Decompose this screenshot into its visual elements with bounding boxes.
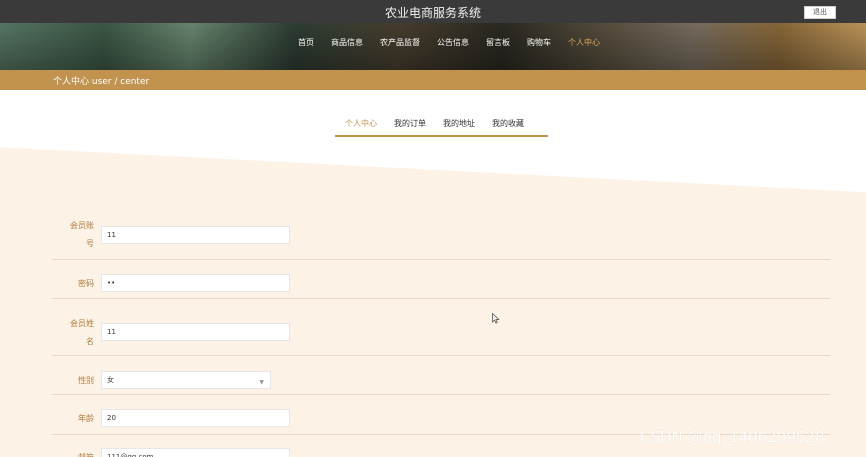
nav-item-products[interactable]: 商品信息 [331, 37, 363, 48]
name-label-line2: 名 [86, 337, 94, 346]
content-header-background [0, 90, 866, 193]
header-banner: 首页 商品信息 农产品监督 公告信息 留言板 购物车 个人中心 [0, 23, 866, 70]
name-label-line1: 会员姓 [70, 319, 94, 328]
breadcrumb: 个人中心 user / center [53, 77, 150, 87]
gender-select[interactable]: 女 ▼ [101, 371, 271, 389]
chevron-down-icon: ▼ [259, 379, 264, 386]
profile-tabs: 个人中心 我的订单 我的地址 我的收藏 [335, 118, 548, 137]
form-row-account: 会员账 号 11 [52, 216, 830, 260]
logout-button[interactable]: 退出 [804, 6, 836, 19]
age-input[interactable]: 20 [101, 409, 290, 427]
account-label-line1: 会员账 [70, 221, 94, 230]
email-label: 邮箱 [52, 449, 94, 457]
gender-label: 性别 [78, 376, 94, 385]
age-label: 年龄 [78, 414, 94, 423]
tab-addresses[interactable]: 我的地址 [443, 118, 475, 135]
account-input[interactable]: 11 [101, 226, 290, 244]
form-row-name: 会员姓 名 11 [52, 312, 830, 356]
watermark: CSDN @qq_1406299528 [640, 428, 825, 446]
mouse-cursor-icon [492, 313, 500, 324]
name-input[interactable]: 11 [101, 323, 290, 341]
account-label-line2: 号 [86, 239, 94, 248]
gender-value: 女 [107, 376, 114, 384]
tab-profile[interactable]: 个人中心 [345, 118, 377, 135]
form-row-password: 密码 •• [52, 266, 830, 299]
form-row-gender: 性别 女 ▼ [52, 364, 830, 395]
nav-item-cart[interactable]: 购物车 [527, 37, 551, 48]
main-nav: 首页 商品信息 农产品监督 公告信息 留言板 购物车 个人中心 [298, 37, 617, 48]
top-bar: 农业电商服务系统 退出 [0, 0, 866, 23]
nav-item-messages[interactable]: 留言板 [486, 37, 510, 48]
nav-item-announcements[interactable]: 公告信息 [437, 37, 469, 48]
password-label: 密码 [78, 279, 94, 288]
password-input[interactable]: •• [101, 274, 290, 292]
tab-favorites[interactable]: 我的收藏 [492, 118, 524, 135]
nav-item-profile[interactable]: 个人中心 [568, 37, 600, 48]
breadcrumb-bar: 个人中心 user / center [0, 70, 866, 90]
site-title: 农业电商服务系统 [384, 6, 481, 20]
tab-orders[interactable]: 我的订单 [394, 118, 426, 135]
email-input[interactable]: 111@qq.com [101, 448, 290, 457]
nav-item-home[interactable]: 首页 [298, 37, 314, 48]
nav-item-supervision[interactable]: 农产品监督 [380, 37, 420, 48]
